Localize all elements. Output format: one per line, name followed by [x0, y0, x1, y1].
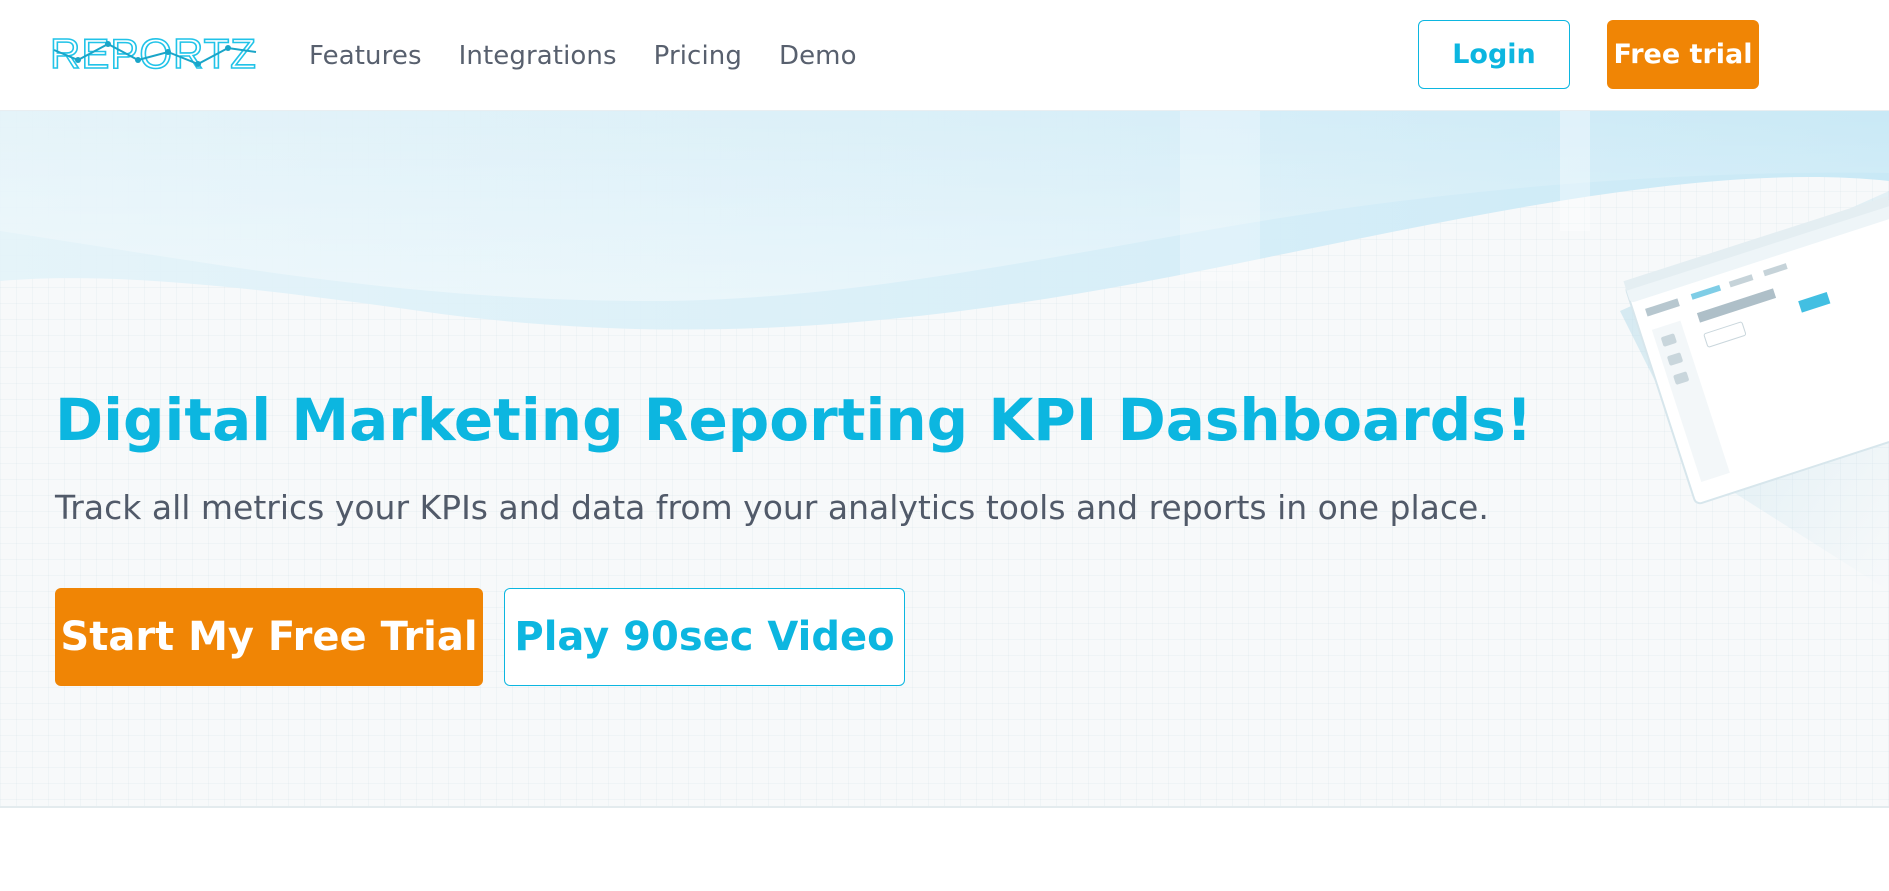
logo-wordmark: REPORTZ	[50, 30, 257, 77]
nav-integrations[interactable]: Integrations	[459, 41, 617, 71]
play-video-button[interactable]: Play 90sec Video	[504, 588, 905, 686]
site-header: REPORTZ Features Integrations Pricing De…	[0, 0, 1889, 111]
nav-demo[interactable]: Demo	[779, 41, 857, 71]
hero-section: Digital Marketing Reporting KPI Dashboar…	[0, 111, 1889, 808]
hero-background-graphic	[0, 111, 1889, 591]
free-trial-button[interactable]: Free trial	[1607, 20, 1759, 89]
below-fold-area	[0, 808, 1889, 891]
main-nav: Features Integrations Pricing Demo	[309, 0, 857, 111]
login-button[interactable]: Login	[1418, 20, 1570, 89]
reportz-logo[interactable]: REPORTZ	[50, 30, 272, 78]
page: REPORTZ Features Integrations Pricing De…	[0, 0, 1889, 891]
nav-features[interactable]: Features	[309, 41, 422, 71]
hero-headline: Digital Marketing Reporting KPI Dashboar…	[55, 386, 1533, 454]
nav-pricing[interactable]: Pricing	[654, 41, 742, 71]
hero-subheadline: Track all metrics your KPIs and data fro…	[55, 488, 1489, 527]
start-free-trial-button[interactable]: Start My Free Trial	[55, 588, 483, 686]
